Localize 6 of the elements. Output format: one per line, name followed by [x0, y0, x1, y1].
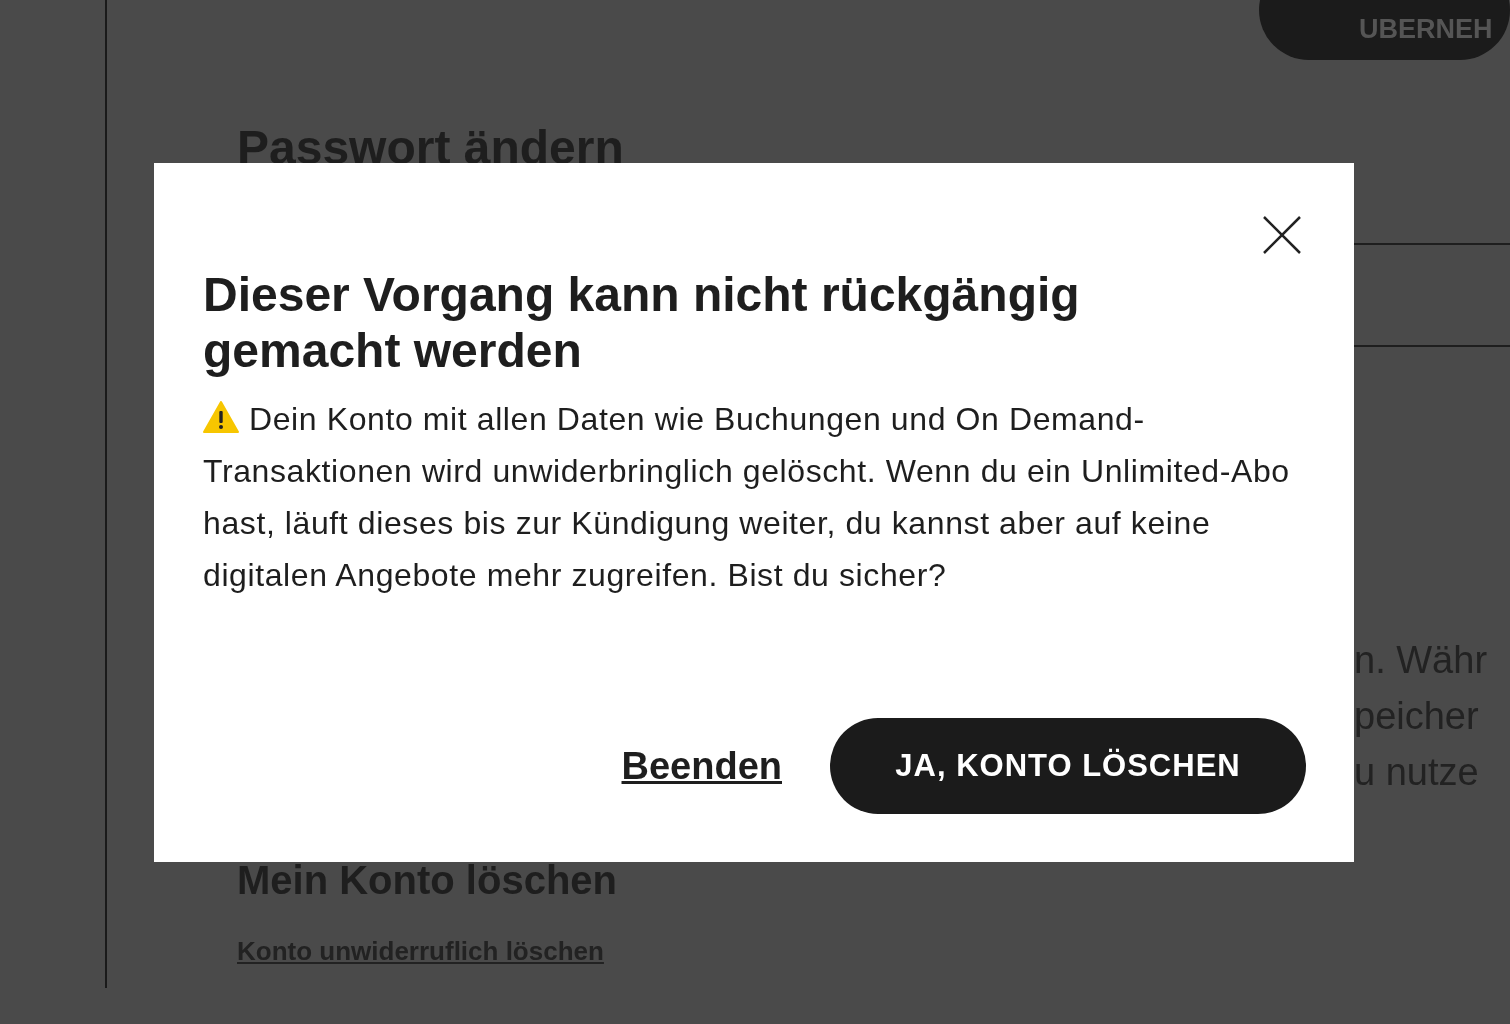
- dialog-message: Dein Konto mit allen Daten wie Buchungen und On Demand-Transaktionen wird unwiderbringlich gelöscht. Wenn du ein Unlimited-Abo hast, läuft dieses bis zur Kündigung weiter, du kannst aber auf keine digitalen Angebote mehr zugreifen. Bist du sicher?: [203, 400, 1291, 595]
- confirm-button[interactable]: JA, KONTO LÖSCHEN: [830, 718, 1306, 814]
- cancel-link[interactable]: Beenden: [621, 737, 782, 795]
- close-icon[interactable]: [1262, 215, 1302, 255]
- warning-icon: [203, 401, 239, 433]
- dialog-title: Dieser Vorgang kann nicht rückgängig gemacht werden: [203, 267, 1081, 379]
